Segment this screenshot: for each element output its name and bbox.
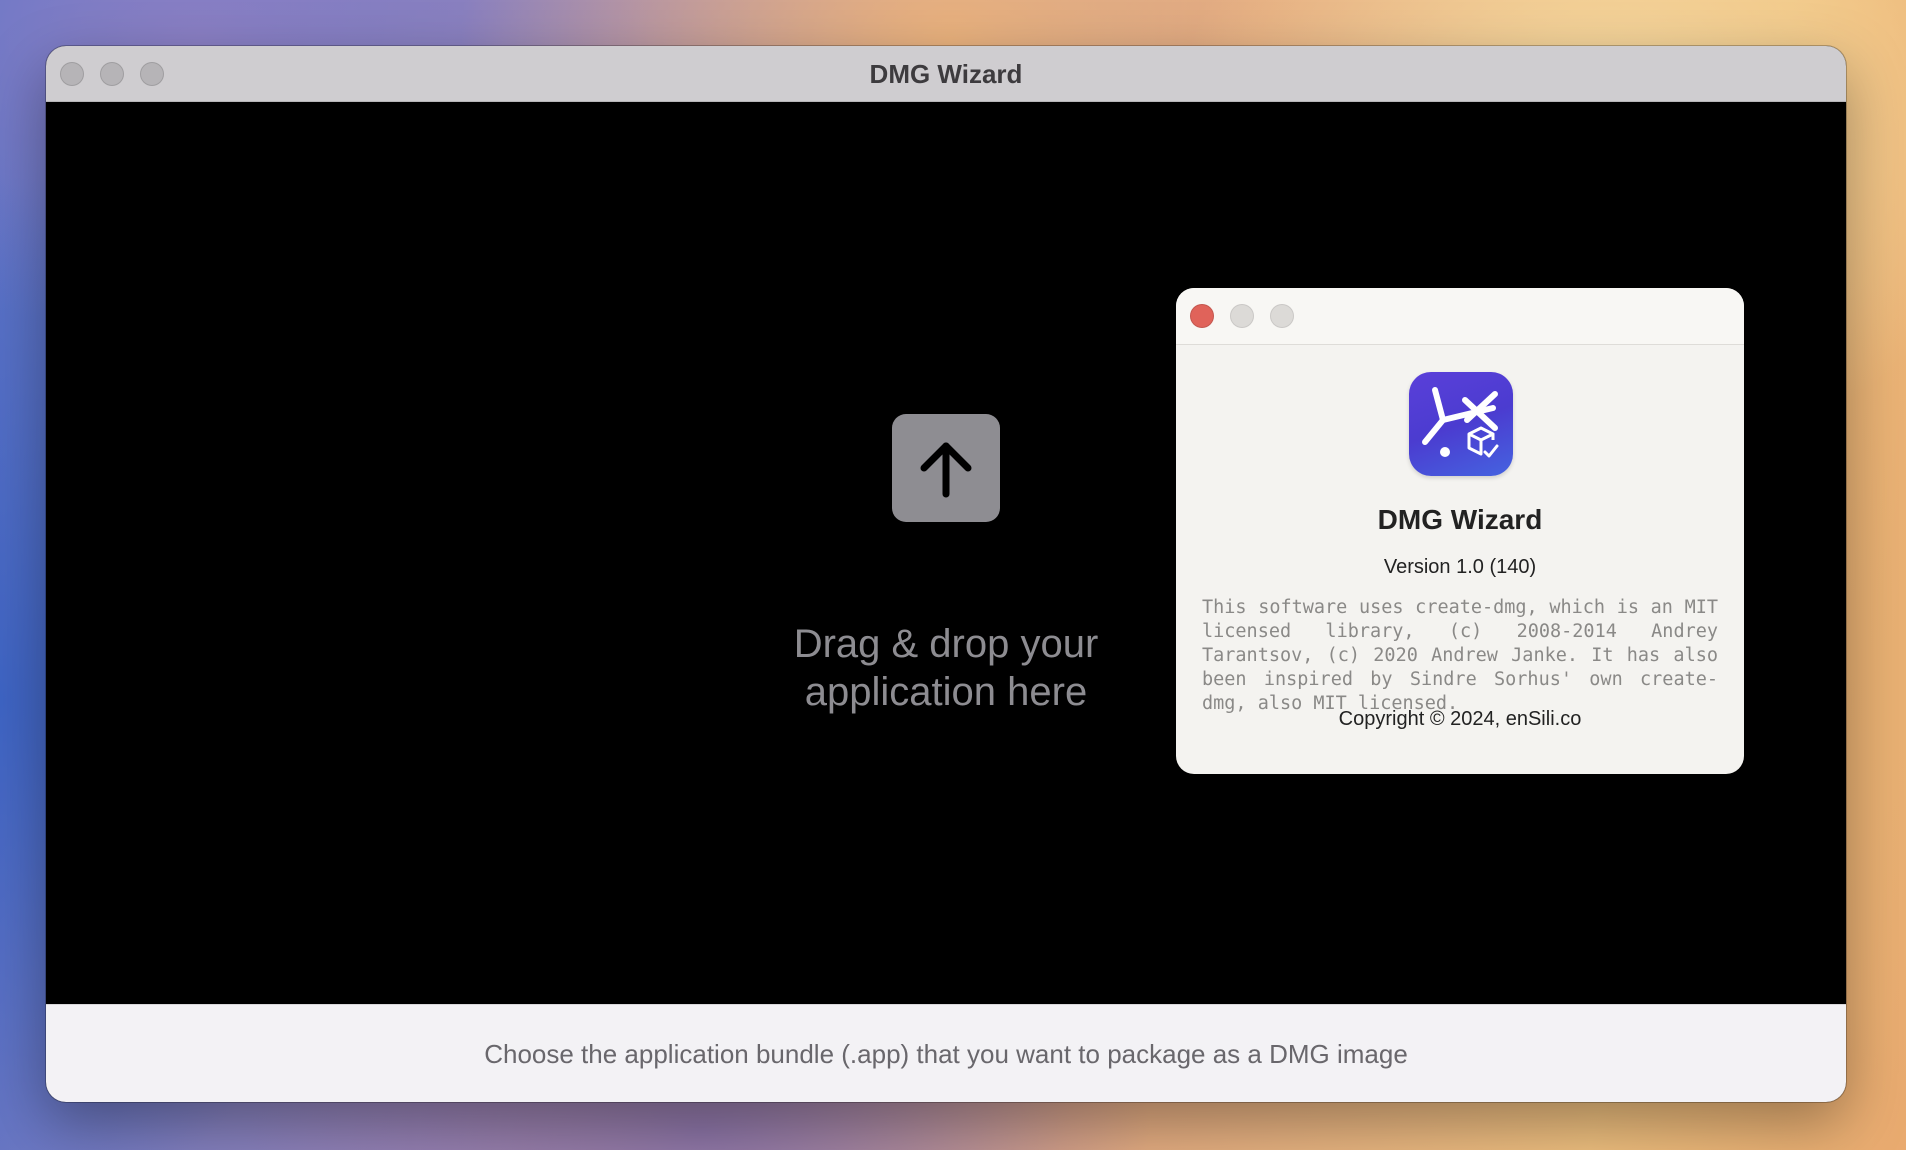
arrow-up-icon[interactable] xyxy=(892,414,1000,522)
about-version: Version 1.0 (140) xyxy=(1383,556,1537,578)
dmg-wizard-app-icon xyxy=(1409,372,1513,476)
about-copyright: Copyright © 2024, enSili.co xyxy=(1338,708,1582,730)
about-close-button[interactable] xyxy=(1190,304,1214,328)
about-dialog: DMG Wizard Version 1.0 (140) This softwa… xyxy=(1176,288,1744,774)
drop-zone-message: Drag & drop your application here xyxy=(793,622,1099,714)
footer-bar: Choose the application bundle (.app) tha… xyxy=(46,1004,1846,1102)
footer-hint: Choose the application bundle (.app) tha… xyxy=(484,1039,1408,1069)
about-titlebar xyxy=(1176,288,1744,345)
about-license-text: This software uses create-dmg, which is … xyxy=(1202,597,1718,714)
main-titlebar: DMG Wizard xyxy=(46,46,1846,102)
window-title: DMG Wizard xyxy=(869,59,1023,89)
about-zoom-button xyxy=(1270,304,1294,328)
about-minimize-button xyxy=(1230,304,1254,328)
about-app-name: DMG Wizard xyxy=(1377,504,1543,535)
